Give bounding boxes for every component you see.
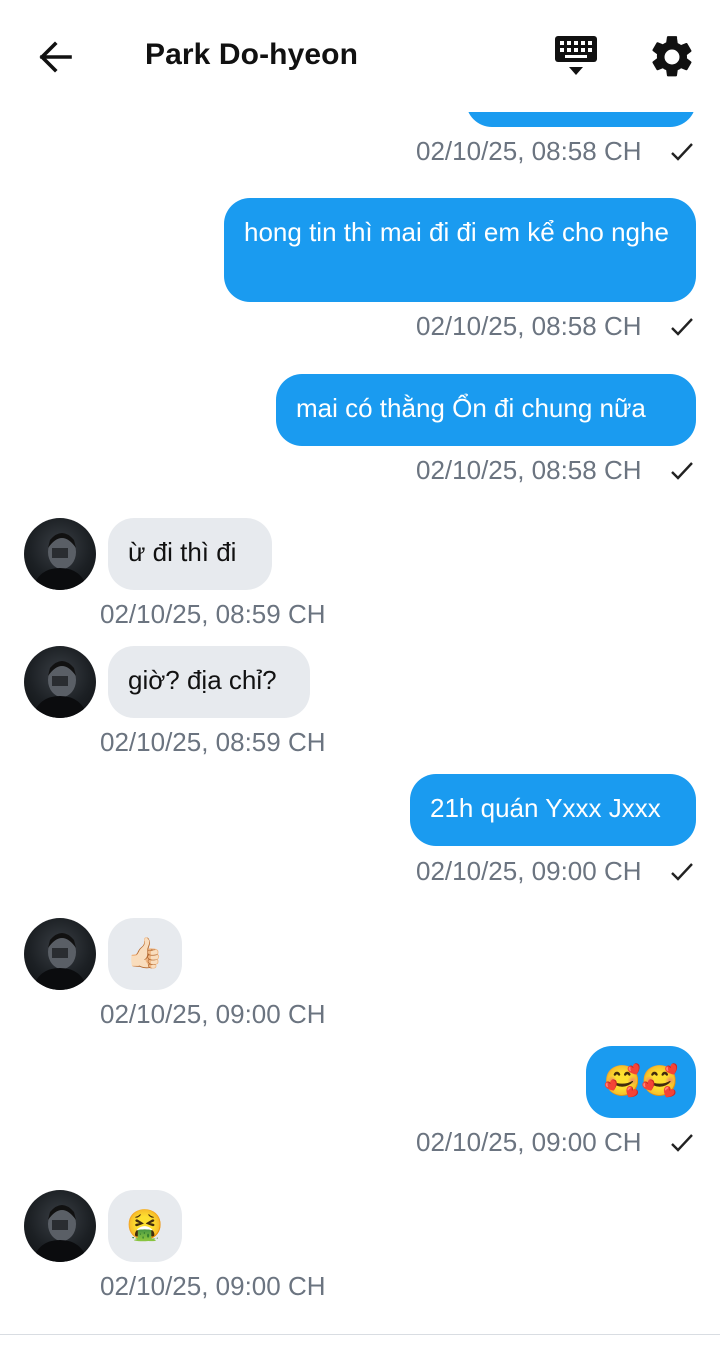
- arrow-left-icon: [39, 41, 72, 73]
- check-icon: [671, 318, 693, 336]
- composer-divider: [0, 1334, 720, 1335]
- message-timestamp: 02/10/25, 08:58 CH: [416, 311, 642, 341]
- outgoing-message[interactable]: 🥰🥰: [586, 1046, 696, 1118]
- message-timestamp: 02/10/25, 08:58 CH: [416, 136, 642, 166]
- message-text: ừ đi thì đi: [128, 537, 237, 567]
- keyboard-icon: [555, 36, 597, 75]
- gear-icon: [652, 36, 692, 77]
- message-text: hong tin thì mai đi đi em kể cho nghe: [244, 217, 669, 247]
- contact-avatar[interactable]: [24, 918, 96, 990]
- message-timestamp: 02/10/25, 08:59 CH: [100, 727, 326, 757]
- check-icon: [671, 462, 693, 480]
- chat-header: Park Do-hyeon: [0, 0, 720, 112]
- contact-avatar[interactable]: [24, 1190, 96, 1262]
- chat-screen: Park Do-hyeon 02/10/25, 08:58 CH hong ti: [0, 0, 720, 1351]
- contact-avatar[interactable]: [24, 646, 96, 718]
- outgoing-message[interactable]: mai có thằng Ổn đi chung nữa: [276, 374, 696, 446]
- message-emoji: 🥰🥰: [603, 1065, 679, 1098]
- message-emoji: 🤮: [126, 1209, 164, 1242]
- message-timestamp: 02/10/25, 09:00 CH: [100, 1271, 326, 1301]
- message-emoji: 👍🏻: [126, 937, 164, 970]
- message-text: 21h quán Yxxx Jxxx: [430, 793, 661, 823]
- settings-button[interactable]: [646, 32, 698, 82]
- message-timestamp: 02/10/25, 08:59 CH: [100, 599, 326, 629]
- message-timestamp: 02/10/25, 09:00 CH: [100, 999, 326, 1029]
- contact-avatar[interactable]: [24, 518, 96, 590]
- incoming-message[interactable]: 👍🏻: [108, 918, 182, 990]
- check-icon: [671, 1134, 693, 1152]
- incoming-message[interactable]: ừ đi thì đi: [108, 518, 272, 590]
- contact-name: Park Do-hyeon: [145, 38, 359, 71]
- message-timestamp: 02/10/25, 08:58 CH: [416, 455, 642, 485]
- message-text: giờ? địa chỉ?: [128, 665, 277, 695]
- check-icon: [671, 863, 693, 881]
- message-timestamp: 02/10/25, 09:00 CH: [416, 1127, 642, 1157]
- incoming-message[interactable]: 🤮: [108, 1190, 182, 1262]
- incoming-message[interactable]: giờ? địa chỉ?: [108, 646, 310, 718]
- check-icon: [671, 143, 693, 161]
- outgoing-message[interactable]: 21h quán Yxxx Jxxx: [410, 774, 696, 846]
- outgoing-message[interactable]: hong tin thì mai đi đi em kể cho nghe: [224, 198, 696, 302]
- message-text: mai có thằng Ổn đi chung nữa: [296, 393, 646, 423]
- back-button[interactable]: [30, 34, 80, 80]
- keyboard-button[interactable]: [550, 32, 602, 80]
- message-timestamp: 02/10/25, 09:00 CH: [416, 856, 642, 886]
